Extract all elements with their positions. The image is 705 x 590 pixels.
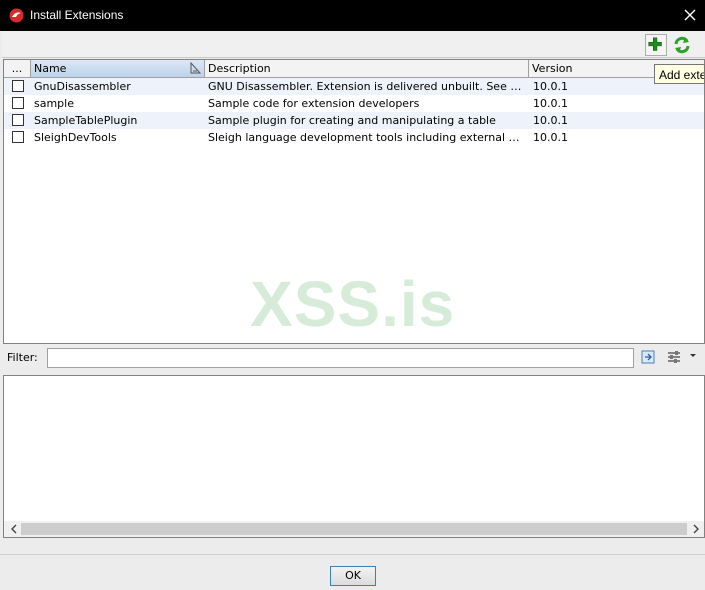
title-bar: Install Extensions	[0, 0, 705, 31]
add-extension-tooltip: Add extension	[654, 64, 705, 84]
extension-description: Sample plugin for creating and manipulat…	[208, 114, 496, 127]
extension-description: GNU Disassembler. Extension is delivered…	[208, 80, 526, 93]
extension-name: SleighDevTools	[34, 131, 117, 144]
column-header-name[interactable]: Name	[31, 60, 205, 77]
ok-button[interactable]: OK	[330, 566, 376, 586]
dialog-footer: OK	[0, 554, 705, 590]
row-checkbox[interactable]	[12, 114, 24, 126]
extension-description: Sample code for extension developers	[208, 97, 420, 110]
refresh-button[interactable]	[671, 34, 693, 56]
scrollbar-thumb[interactable]	[21, 523, 687, 535]
table-row[interactable]: GnuDisassembler GNU Disassembler. Extens…	[4, 78, 704, 95]
table-row[interactable]: SleighDevTools Sleigh language developme…	[4, 129, 704, 146]
extension-name: GnuDisassembler	[34, 80, 131, 93]
window-title: Install Extensions	[30, 8, 124, 22]
extension-version: 10.0.1	[533, 131, 568, 144]
horizontal-scrollbar[interactable]	[4, 521, 704, 537]
filter-label: Filter:	[7, 351, 38, 364]
ghidra-dragon-icon	[9, 8, 24, 23]
table-row[interactable]: sample Sample code for extension develop…	[4, 95, 704, 112]
extensions-table: ... Name Description Version GnuDisassem…	[3, 59, 705, 344]
scroll-right-icon[interactable]	[690, 523, 702, 535]
toolbar	[2, 31, 705, 58]
scroll-left-icon[interactable]	[8, 523, 20, 535]
watermark: XSS.is	[250, 268, 456, 340]
extension-version: 10.0.1	[533, 114, 568, 127]
chevron-down-icon[interactable]	[688, 351, 698, 361]
column-header-label: Name	[34, 62, 67, 75]
extension-description: Sleigh language development tools includ…	[208, 131, 526, 144]
filter-clear-icon[interactable]	[640, 349, 656, 365]
extension-version: 10.0.1	[533, 97, 568, 110]
column-header-select[interactable]: ...	[4, 60, 31, 77]
column-header-description[interactable]: Description	[205, 60, 529, 77]
filter-options-icon[interactable]	[666, 349, 682, 365]
filter-bar: Filter:	[3, 345, 705, 371]
row-checkbox[interactable]	[12, 97, 24, 109]
close-icon[interactable]	[681, 6, 699, 24]
add-extension-button[interactable]	[645, 34, 667, 56]
table-header: ... Name Description Version	[4, 60, 704, 78]
row-checkbox[interactable]	[12, 131, 24, 143]
extension-details-panel	[3, 375, 705, 538]
sort-icon	[190, 62, 201, 74]
filter-input[interactable]	[47, 348, 634, 368]
plus-icon	[648, 37, 662, 51]
extension-version: 10.0.1	[533, 80, 568, 93]
row-checkbox[interactable]	[12, 80, 24, 92]
extension-name: sample	[34, 97, 74, 110]
extension-name: SampleTablePlugin	[34, 114, 138, 127]
refresh-icon	[674, 36, 690, 54]
table-row[interactable]: SampleTablePlugin Sample plugin for crea…	[4, 112, 704, 129]
